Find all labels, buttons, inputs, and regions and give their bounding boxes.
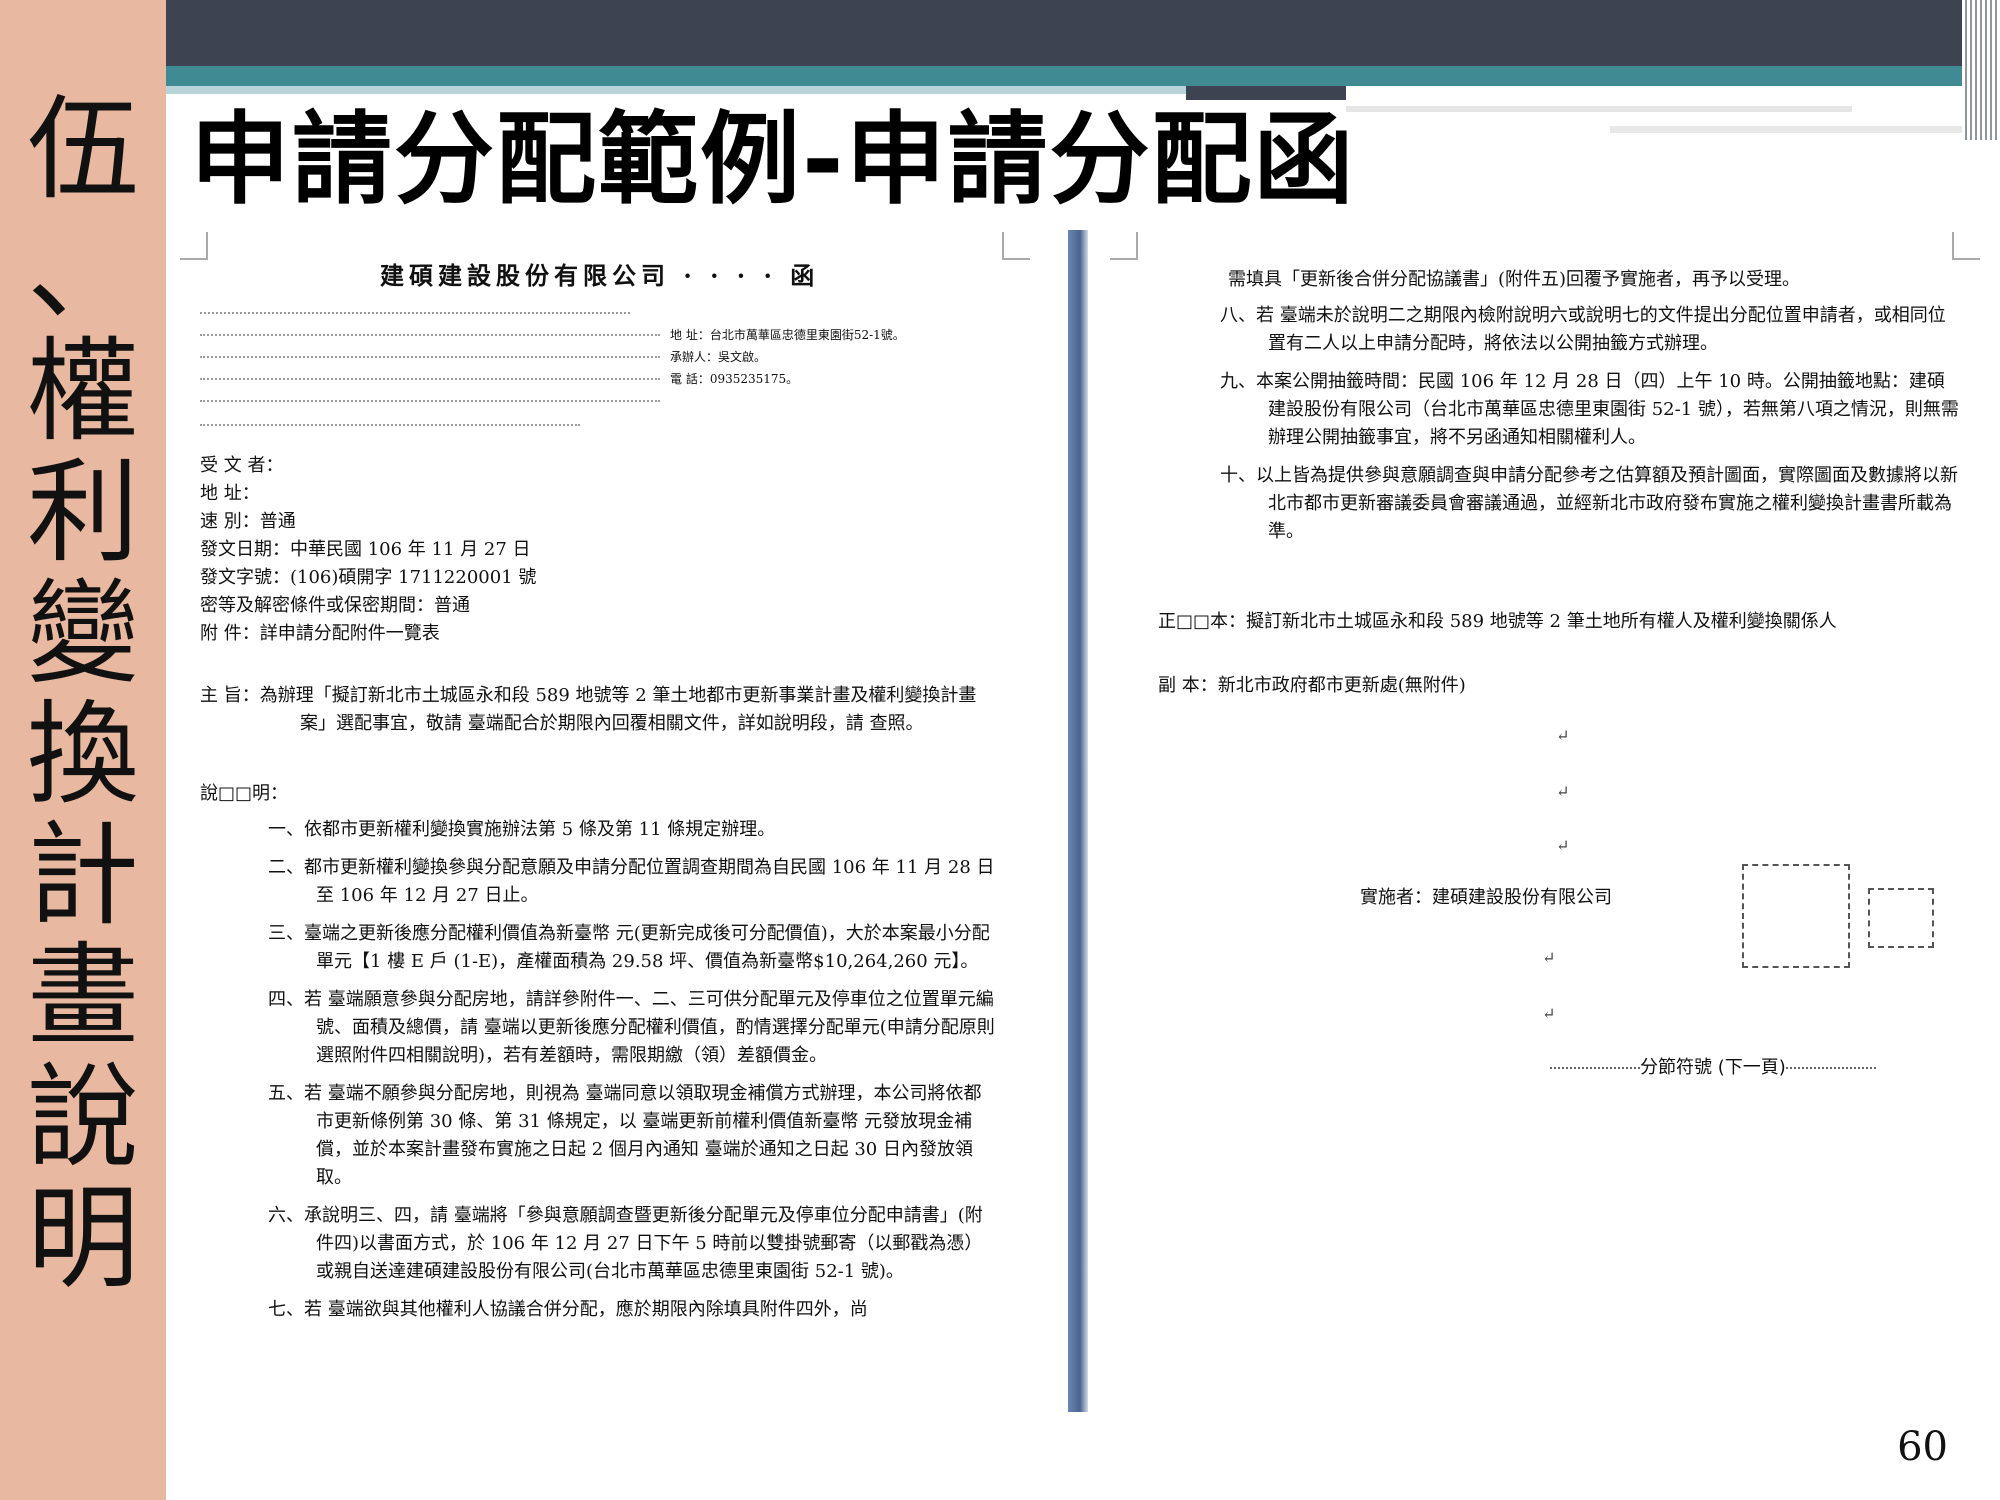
sidebar-char: 說 <box>27 1053 139 1183</box>
dotted-line <box>200 334 660 336</box>
dotted-line <box>200 312 630 314</box>
paragraph-mark: ↵ <box>1556 836 1570 855</box>
sidebar-char: 換 <box>27 690 139 820</box>
sidebar-char: 畫 <box>27 932 139 1062</box>
dotted-line <box>200 378 660 380</box>
explanation-item: 一、依都市更新權利變換實施辦法第 5 條及第 11 條規定辦理。 <box>268 819 776 840</box>
header-edge-pattern <box>1962 0 2000 140</box>
explanation-item: 九、本案公開抽籤時間：民國 106 年 12 月 28 日（四）上午 10 時。… <box>1220 371 1959 448</box>
header-stripe <box>1186 86 1346 100</box>
sidebar-char: 變 <box>27 569 139 699</box>
page-corner-mark <box>1002 232 1030 260</box>
paragraph-mark: ↵ <box>1556 726 1570 745</box>
copy-recipient: 副 本：新北市政府都市更新處(無附件) <box>1158 675 1466 696</box>
explanation-item: 七、若 臺端欲與其他權利人協議合併分配，應於期限內除填具附件四外，尚 <box>268 1299 868 1320</box>
header-bar <box>166 0 1962 66</box>
original-recipient: 正□□本：擬訂新北市土城區永和段 589 地號等 2 筆土地所有權人及權利變換關… <box>1158 611 1837 632</box>
page-corner-mark <box>1952 232 1980 260</box>
explanation-item: 四、若 臺端願意參與分配房地，請詳參附件一、二、三可供分配單元及停車位之位置單元… <box>268 989 995 1066</box>
paragraph-mark: ↵ <box>1542 948 1556 967</box>
document-page-left: 建碩建設股份有限公司 · · · · 函 地 址：台北市萬華區忠德里東園街52-… <box>180 232 1030 1412</box>
dotted-line <box>1550 1067 1640 1069</box>
slide-title: 申請分配範例-申請分配函 <box>190 101 1356 218</box>
header-stripe <box>166 86 1186 94</box>
explanation-list: 一、依都市更新權利變換實施辦法第 5 條及第 11 條規定辦理。 二、都市更新權… <box>268 816 998 1334</box>
company-seal-box <box>1742 864 1850 968</box>
sidebar-char: 計 <box>27 811 139 941</box>
meta-line: 附 件：詳申請分配附件一覽表 <box>200 623 440 644</box>
explanation-item: 十、以上皆為提供參與意願調查與申請分配參考之估算額及預計圖面，實際圖面及數據將以… <box>1220 465 1958 542</box>
dotted-line <box>200 424 580 426</box>
sender-phone: 電 話：0935235175。 <box>670 372 799 386</box>
meta-line: 密等及解密條件或保密期間：普通 <box>200 595 470 616</box>
section-break-marker: 分節符號 (下一頁) <box>1550 1054 1876 1082</box>
meta-line: 速 別：普通 <box>200 511 296 532</box>
dotted-line <box>1785 1067 1876 1069</box>
sidebar-title: 伍 、 權 利 變 換 計 畫 說 明 <box>0 90 166 1300</box>
sidebar-char: 利 <box>27 448 139 578</box>
sender-address: 地 址：台北市萬華區忠德里東園街52-1號。 <box>670 328 905 342</box>
dotted-line <box>200 400 660 402</box>
meta-line: 發文日期：中華民國 106 年 11 月 27 日 <box>200 539 531 560</box>
explanation-item: 三、臺端之更新後應分配權利價值為新臺幣 元(更新完成後可分配價值)，大於本案最小… <box>268 923 990 972</box>
explanation-item: 五、若 臺端不願參與分配房地，則視為 臺端同意以領取現金補償方式辦理，本公司將依… <box>268 1083 982 1188</box>
continued-text: 需填具「更新後合併分配協議書」(附件五)回覆予實施者，再予以受理。 <box>1228 269 1801 290</box>
sidebar-char: 權 <box>27 327 139 457</box>
explanation-item: 六、承說明三、四，請 臺端將「參與意願調查暨更新後分配單元及停車位分配申請書」(… <box>268 1205 983 1282</box>
explanation-list: 八、若 臺端未於說明二之期限內檢附說明六或說明七的文件提出分配位置申請者，或相同… <box>1220 302 1960 556</box>
paragraph-mark: ↵ <box>1556 782 1570 801</box>
meta-line: 地 址： <box>200 483 260 504</box>
paragraph-mark: ↵ <box>1542 1004 1556 1023</box>
page-gutter <box>1068 230 1088 1412</box>
subject-text: 主 旨：為辦理「擬訂新北市土城區永和段 589 地號等 2 筆土地都市更新事業計… <box>200 685 977 734</box>
representative-seal-box <box>1868 888 1934 948</box>
page-corner-mark <box>180 232 208 260</box>
letter-company-heading: 建碩建設股份有限公司 · · · · 函 <box>380 261 820 290</box>
sender-contact: 承辦人：吳文啟。 <box>670 350 767 364</box>
meta-line: 發文字號：(106)碩開字 1711220001 號 <box>200 567 537 588</box>
sidebar-char: 伍 <box>27 85 139 215</box>
dotted-line <box>200 356 660 358</box>
letter-meta: 受 文 者： 地 址： 速 別：普通 發文日期：中華民國 106 年 11 月 … <box>200 452 536 648</box>
explanation-item: 二、都市更新權利變換參與分配意願及申請分配位置調查期間為自民國 106 年 11… <box>268 857 995 906</box>
letter-subject: 主 旨：為辦理「擬訂新北市土城區永和段 589 地號等 2 筆土地都市更新事業計… <box>200 682 1000 748</box>
explanation-item: 八、若 臺端未於說明二之期限內檢附說明六或說明七的文件提出分配位置申請者，或相同… <box>1220 305 1946 354</box>
meta-line: 受 文 者： <box>200 455 284 476</box>
implementer-signature: 實施者：建碩建設股份有限公司 <box>1360 887 1612 908</box>
header-stripe <box>1346 106 1852 112</box>
document-page-right: 需填具「更新後合併分配協議書」(附件五)回覆予實施者，再予以受理。 八、若 臺端… <box>1110 232 1980 1412</box>
sidebar-char: 明 <box>27 1174 139 1304</box>
header-stripe <box>1610 126 1970 133</box>
explain-heading: 說□□明： <box>200 783 289 804</box>
section-break-label: 分節符號 (下一頁) <box>1640 1057 1786 1078</box>
header-accent-band <box>166 66 1962 86</box>
page-number: 60 <box>1897 1424 1948 1470</box>
page-corner-mark <box>1110 232 1138 260</box>
sidebar-char: 、 <box>27 206 139 336</box>
sidebar: 伍 、 權 利 變 換 計 畫 說 明 <box>0 0 166 1500</box>
